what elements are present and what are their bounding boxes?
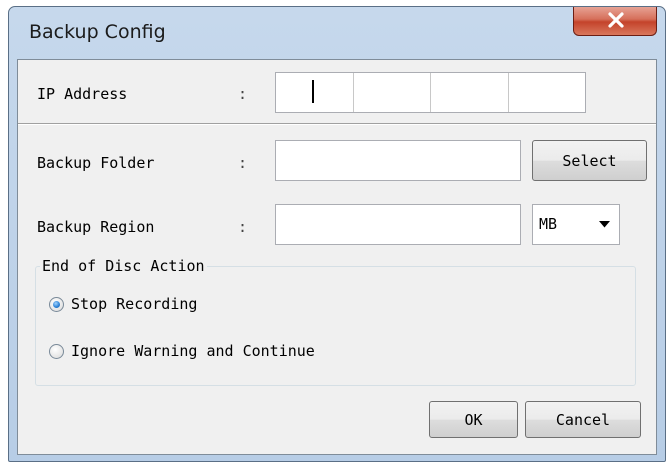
ip-octet-4[interactable] xyxy=(509,73,586,112)
ignore-warning-option[interactable]: Ignore Warning and Continue xyxy=(49,342,315,360)
stop-recording-radio[interactable] xyxy=(49,296,64,312)
close-button[interactable] xyxy=(573,7,657,36)
ip-address-input[interactable] xyxy=(275,72,586,113)
section-divider xyxy=(18,123,656,125)
ignore-warning-label: Ignore Warning and Continue xyxy=(71,342,315,360)
ip-address-colon: : xyxy=(238,85,248,103)
end-of-disc-group xyxy=(35,266,636,386)
ip-octet-1[interactable] xyxy=(276,73,354,112)
unit-dropdown[interactable]: MB xyxy=(532,204,620,245)
title-bar[interactable]: Backup Config xyxy=(9,7,665,59)
end-of-disc-title: End of Disc Action xyxy=(40,257,207,275)
select-folder-button[interactable]: Select xyxy=(532,140,647,181)
chevron-down-icon xyxy=(599,221,610,228)
backup-folder-input[interactable] xyxy=(275,140,521,181)
stop-recording-label: Stop Recording xyxy=(71,295,198,313)
backup-config-dialog: Backup Config IP Address : Backup Folder… xyxy=(8,6,666,462)
window-title: Backup Config xyxy=(29,21,166,43)
close-icon xyxy=(608,12,624,28)
backup-region-colon: : xyxy=(238,218,248,236)
ignore-warning-radio[interactable] xyxy=(49,343,64,359)
unit-dropdown-value: MB xyxy=(539,215,558,233)
cancel-button[interactable]: Cancel xyxy=(525,401,641,438)
backup-folder-label: Backup Folder xyxy=(37,154,155,172)
ip-octet-2[interactable] xyxy=(354,73,431,112)
stop-recording-option[interactable]: Stop Recording xyxy=(49,295,197,313)
ok-button[interactable]: OK xyxy=(429,401,518,438)
backup-region-input[interactable] xyxy=(275,204,521,245)
backup-folder-colon: : xyxy=(238,154,248,172)
dialog-body: IP Address : Backup Folder : Select Back… xyxy=(17,59,657,455)
text-caret xyxy=(312,80,314,103)
backup-region-label: Backup Region xyxy=(37,218,155,236)
ip-octet-3[interactable] xyxy=(431,73,509,112)
ip-address-label: IP Address xyxy=(37,85,128,103)
